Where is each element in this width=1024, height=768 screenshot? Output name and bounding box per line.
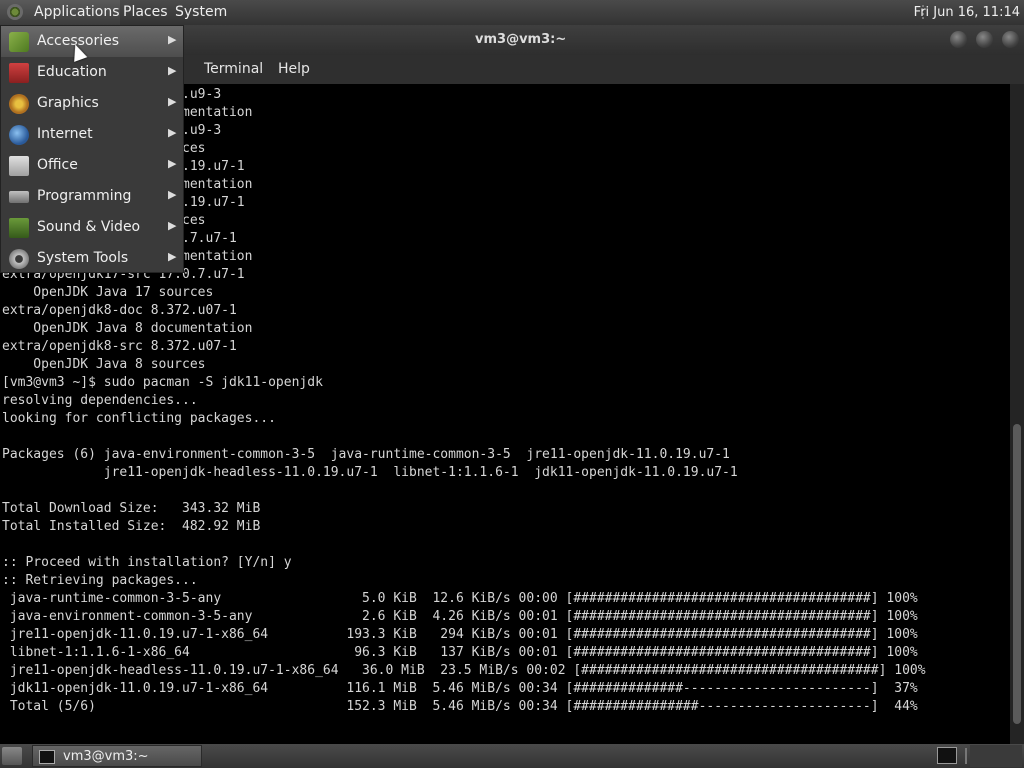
menu-item-accessories[interactable]: Accessories ▶: [1, 26, 183, 57]
close-button[interactable]: [1002, 31, 1019, 48]
programming-icon: [9, 191, 29, 203]
scrollbar-thumb[interactable]: [1013, 424, 1021, 724]
terminal-line: extra/openjdk8-doc 8.372.u07-1: [2, 303, 237, 318]
submenu-arrow-icon: ▶: [168, 219, 177, 232]
applications-label: Applications: [34, 4, 120, 20]
terminal-line: jre11-openjdk-headless-11.0.19.u7-1 libn…: [2, 465, 738, 480]
system-menu-button[interactable]: System: [169, 0, 233, 25]
window-title: vm3@vm3:~: [475, 32, 567, 47]
menu-item-internet[interactable]: Internet ▶: [1, 119, 183, 150]
menu-item-label: Education: [37, 64, 107, 80]
terminal-line: OpenJDK Java 8 sources: [2, 357, 206, 372]
terminal-icon: [39, 750, 55, 764]
places-menu-button[interactable]: Places: [117, 0, 174, 25]
menu-help[interactable]: Help: [278, 61, 310, 77]
education-icon: [9, 63, 29, 83]
menu-item-label: Sound & Video: [37, 219, 141, 235]
submenu-arrow-icon: ▶: [168, 126, 177, 139]
bottom-panel: vm3@vm3:~: [0, 744, 1024, 768]
taskbar-window-label: vm3@vm3:~: [63, 749, 149, 764]
clock[interactable]: Fri Jun 16, 11:14: [914, 0, 1020, 25]
terminal-line: OpenJDK Java 8 documentation: [2, 321, 253, 336]
terminal-line: jdk11-openjdk-11.0.19.u7-1-x86_64 116.1 …: [2, 681, 918, 696]
submenu-arrow-icon: ▶: [168, 250, 177, 263]
terminal-line: java-environment-common-3-5-any 2.6 KiB …: [2, 609, 918, 624]
terminal-line: [vm3@vm3 ~]$ sudo pacman -S jdk11-openjd…: [2, 375, 323, 390]
tray-terminal-icon[interactable]: [937, 747, 957, 764]
menu-item-education[interactable]: Education ▶: [1, 57, 183, 88]
terminal-line: extra/openjdk8-src 8.372.u07-1: [2, 339, 237, 354]
submenu-arrow-icon: ▶: [168, 33, 177, 46]
submenu-arrow-icon: ▶: [168, 157, 177, 170]
submenu-arrow-icon: ▶: [168, 64, 177, 77]
menu-item-office[interactable]: Office ▶: [1, 150, 183, 181]
top-panel: Applications Places System Fri Jun 16, 1…: [0, 0, 1024, 25]
terminal-line: resolving dependencies...: [2, 393, 198, 408]
workspace-switcher[interactable]: [970, 745, 1022, 767]
terminal-line: :: Proceed with installation? [Y/n] y: [2, 555, 292, 570]
terminal-line: :: Retrieving packages...: [2, 573, 198, 588]
graphics-icon: [9, 94, 29, 114]
office-icon: [9, 156, 29, 176]
menu-item-label: System Tools: [37, 250, 129, 266]
menu-item-system-tools[interactable]: System Tools ▶: [1, 243, 183, 274]
applications-menu-button[interactable]: Applications: [0, 0, 120, 25]
menu-item-label: Internet: [37, 126, 93, 142]
terminal-line: Total (5/6) 152.3 MiB 5.46 MiB/s 00:34 […: [2, 699, 918, 714]
submenu-arrow-icon: ▶: [168, 188, 177, 201]
terminal-line: Total Download Size: 343.32 MiB: [2, 501, 261, 516]
menu-item-label: Programming: [37, 188, 132, 204]
menu-item-programming[interactable]: Programming ▶: [1, 181, 183, 212]
terminal-line: java-runtime-common-3-5-any 5.0 KiB 12.6…: [2, 591, 918, 606]
system-tools-icon: [9, 249, 29, 269]
menu-terminal[interactable]: Terminal: [204, 61, 263, 77]
accessories-icon: [9, 32, 29, 52]
menu-item-label: Graphics: [37, 95, 99, 111]
minimize-button[interactable]: [950, 31, 967, 48]
sound-video-icon: [9, 218, 29, 238]
internet-icon: [9, 125, 29, 145]
terminal-line: looking for conflicting packages...: [2, 411, 276, 426]
terminal-line: jre11-openjdk-11.0.19.u7-1-x86_64 193.3 …: [2, 627, 918, 642]
menu-item-label: Office: [37, 157, 78, 173]
terminal-line: Total Installed Size: 482.92 MiB: [2, 519, 261, 534]
terminal-line: jre11-openjdk-headless-11.0.19.u7-1-x86_…: [2, 663, 926, 678]
terminal-scrollbar[interactable]: [1010, 84, 1024, 744]
menu-item-sound-video[interactable]: Sound & Video ▶: [1, 212, 183, 243]
distro-logo-icon: [7, 4, 23, 20]
maximize-button[interactable]: [976, 31, 993, 48]
submenu-arrow-icon: ▶: [168, 95, 177, 108]
taskbar-window-button[interactable]: vm3@vm3:~: [32, 745, 202, 767]
terminal-line: OpenJDK Java 17 sources: [2, 285, 214, 300]
terminal-line: Packages (6) java-environment-common-3-5…: [2, 447, 730, 462]
menu-item-graphics[interactable]: Graphics ▶: [1, 88, 183, 119]
applications-dropdown: Accessories ▶ Education ▶ Graphics ▶ Int…: [0, 25, 184, 273]
panel-separator: [965, 748, 967, 764]
terminal-line: libnet-1:1.1.6-1-x86_64 96.3 KiB 137 KiB…: [2, 645, 918, 660]
show-desktop-icon[interactable]: [2, 747, 22, 765]
